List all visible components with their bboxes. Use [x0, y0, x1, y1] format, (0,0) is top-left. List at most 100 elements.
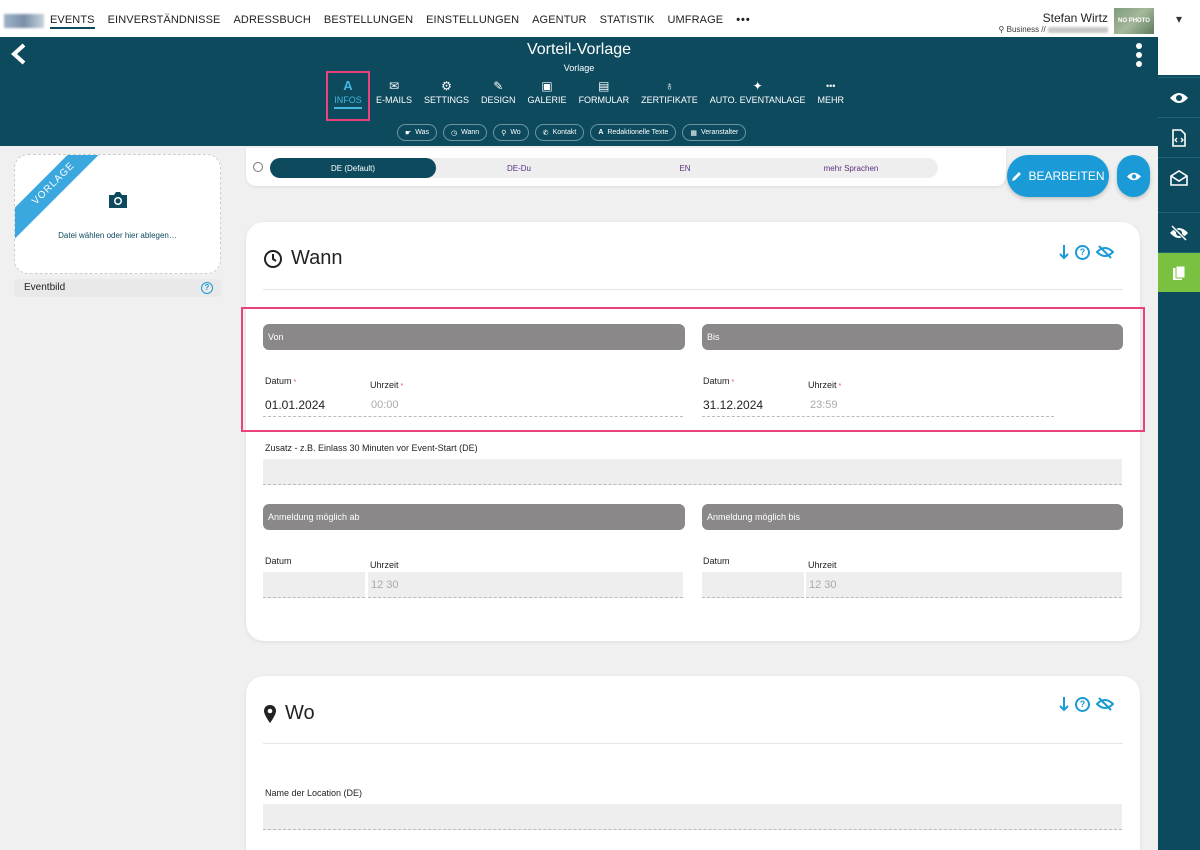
- avatar[interactable]: NO PHOTO: [1114, 8, 1154, 34]
- preview-button[interactable]: [1158, 77, 1200, 117]
- clock-icon: [264, 249, 282, 268]
- tab-mehr[interactable]: ••• MEHR: [811, 71, 850, 121]
- eye-slash-icon[interactable]: [1096, 245, 1114, 259]
- map-marker-icon: [264, 704, 276, 723]
- shortcut-wo[interactable]: ⚲ Wo: [493, 124, 529, 141]
- placeholder: 12 30: [371, 579, 399, 591]
- divider: [263, 743, 1123, 744]
- tab-formular[interactable]: ▤ FORMULAR: [573, 71, 636, 121]
- copy-button[interactable]: [1158, 252, 1200, 292]
- nav-item-einverstaendnisse[interactable]: EINVERSTÄNDNISSE: [108, 14, 221, 29]
- user-role-text: Business //: [1006, 25, 1046, 34]
- help-icon[interactable]: ?: [1075, 244, 1090, 260]
- code-file-button[interactable]: [1158, 117, 1200, 157]
- eye-slash-icon: [1170, 224, 1188, 241]
- shortcut-wann[interactable]: ◷ Wann: [443, 124, 488, 141]
- font-icon: A: [343, 78, 353, 93]
- phone-icon: ✆: [542, 129, 549, 137]
- anm-bis-datum-input[interactable]: [702, 572, 804, 598]
- section-title: Wo: [285, 702, 315, 724]
- hand-pointer-icon: ☛: [405, 129, 412, 137]
- user-role: ⚲ Business //: [999, 25, 1108, 34]
- right-sidebar: [1158, 37, 1200, 850]
- tab-settings[interactable]: ⚙ SETTINGS: [418, 71, 475, 121]
- nav-item-umfrage[interactable]: UMFRAGE: [668, 14, 724, 29]
- tab-label: SETTINGS: [424, 95, 470, 105]
- eye-slash-icon[interactable]: [1096, 697, 1114, 711]
- clock-icon: ◷: [451, 129, 458, 137]
- anm-ab-uhrzeit-input[interactable]: 12 30: [368, 572, 683, 598]
- lang-more[interactable]: mehr Sprachen: [768, 158, 934, 178]
- tab-auto-eventanlage[interactable]: ✦ AUTO. EVENTANLAGE: [704, 71, 812, 121]
- more-vert-icon[interactable]: [1136, 43, 1142, 67]
- envelope-open-icon: [1170, 169, 1188, 186]
- nav-more-icon[interactable]: •••: [736, 14, 751, 29]
- tab-label: DESIGN: [481, 95, 516, 105]
- tab-label: MEHR: [817, 95, 844, 105]
- globe-icon: [253, 162, 263, 172]
- tab-label: AUTO. EVENTANLAGE: [709, 95, 806, 105]
- shortcut-redaktionelle-texte[interactable]: A Redaktionelle Texte: [590, 124, 677, 141]
- eye-icon: [1170, 92, 1188, 103]
- help-icon[interactable]: ?: [201, 282, 213, 294]
- shortcut-label: Kontakt: [552, 129, 577, 136]
- user-dropdown-button[interactable]: ▾: [1158, 0, 1200, 37]
- tab-infos[interactable]: A INFOS: [326, 71, 370, 121]
- sort-down-icon[interactable]: [1059, 696, 1069, 712]
- zusatz-input[interactable]: [263, 459, 1122, 485]
- nav-item-adressbuch[interactable]: ADRESSBUCH: [233, 14, 310, 29]
- nav-item-bestellungen[interactable]: BESTELLUNGEN: [324, 14, 413, 29]
- event-image-dropzone[interactable]: VORLAGE Datei wählen oder hier ablegen…: [14, 154, 221, 274]
- preview-eye-button[interactable]: [1117, 155, 1150, 197]
- sort-down-icon[interactable]: [1059, 244, 1069, 260]
- tab-emails[interactable]: ✉ E-MAILS: [370, 71, 418, 121]
- nav-item-agentur[interactable]: AGENTUR: [532, 14, 586, 29]
- tab-zertifikate[interactable]: ♁ ZERTIFIKATE: [635, 71, 704, 121]
- language-selector: DE (Default) DE-Du EN mehr Sprachen: [270, 158, 938, 178]
- shortcut-kontakt[interactable]: ✆ Kontakt: [534, 124, 585, 141]
- tab-galerie[interactable]: ▣ GALERIE: [522, 71, 573, 121]
- shortcut-label: Wo: [510, 129, 521, 136]
- anm-ab-datum-label: Datum: [265, 556, 292, 566]
- anm-bis-uhrzeit-input[interactable]: 12 30: [806, 572, 1122, 598]
- edit-button[interactable]: BEARBEITEN: [1007, 155, 1109, 197]
- user-info[interactable]: Stefan Wirtz ⚲ Business //: [999, 11, 1108, 34]
- upload-hint: Datei wählen oder hier ablegen…: [58, 231, 177, 240]
- copy-icon: [1173, 265, 1186, 280]
- anm-bis-datum-label: Datum: [703, 556, 730, 566]
- shortcut-was[interactable]: ☛ Was: [397, 124, 438, 141]
- event-header: Vorteil-Vorlage Vorlage A INFOS ✉ E-MAIL…: [0, 37, 1158, 146]
- nav-item-statistik[interactable]: STATISTIK: [600, 14, 655, 29]
- nav-item-einstellungen[interactable]: EINSTELLUNGEN: [426, 14, 519, 29]
- shortcut-label: Veranstalter: [700, 129, 739, 136]
- anm-ab-datum-input[interactable]: [263, 572, 365, 598]
- tab-label: ZERTIFIKATE: [641, 95, 698, 105]
- nav-item-events[interactable]: EVENTS: [50, 14, 95, 29]
- anm-bis-uhrzeit-label: Uhrzeit: [808, 560, 837, 570]
- code-file-icon: [1172, 128, 1186, 147]
- award-icon: ♁: [664, 79, 674, 93]
- chevron-down-icon: ▾: [1175, 11, 1183, 26]
- lang-de-du[interactable]: DE-Du: [436, 158, 602, 178]
- help-icon[interactable]: ?: [1075, 696, 1090, 712]
- user-icon: ⚲: [998, 25, 1005, 34]
- building-icon: ▦: [690, 129, 697, 137]
- wo-heading: Wo: [263, 702, 315, 725]
- page-title: Vorteil-Vorlage: [526, 41, 632, 58]
- zusatz-label: Zusatz - z.B. Einlass 30 Minuten vor Eve…: [265, 443, 478, 453]
- divider: [263, 289, 1123, 290]
- eventbild-text: Eventbild: [24, 282, 66, 293]
- section-title: Wann: [291, 247, 343, 269]
- anmeldung-bis-bar: Anmeldung möglich bis: [702, 504, 1123, 530]
- tab-design[interactable]: ✎ DESIGN: [475, 71, 522, 121]
- more-horiz-icon: •••: [825, 81, 836, 91]
- shortcut-veranstalter[interactable]: ▦ Veranstalter: [682, 124, 747, 141]
- email-button[interactable]: [1158, 157, 1200, 197]
- company-logo[interactable]: [4, 14, 44, 28]
- eye-icon: [1126, 172, 1141, 180]
- wo-tools: ?: [1059, 696, 1114, 712]
- location-input[interactable]: [263, 804, 1122, 830]
- lang-en[interactable]: EN: [602, 158, 768, 178]
- visibility-toggle-button[interactable]: [1158, 212, 1200, 252]
- lang-de-default[interactable]: DE (Default): [270, 158, 436, 178]
